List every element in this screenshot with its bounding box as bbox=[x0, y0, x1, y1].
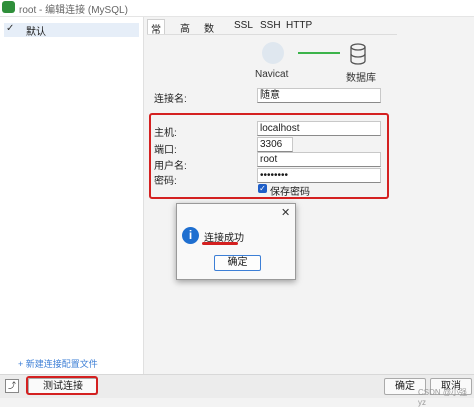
highlight-box-credentials bbox=[149, 113, 389, 199]
navicat-logo-icon bbox=[262, 42, 284, 64]
profile-item-label: 默认 bbox=[26, 27, 46, 38]
close-icon[interactable]: ✕ bbox=[281, 206, 290, 219]
connection-name-label: 连接名: bbox=[154, 94, 187, 105]
highlight-box-test bbox=[26, 376, 98, 395]
tab-ssl[interactable]: SSL bbox=[231, 19, 256, 32]
new-profile-link[interactable]: + 新建连接配置文件 bbox=[18, 357, 98, 370]
database-icon bbox=[350, 43, 366, 65]
tab-http[interactable]: HTTP bbox=[283, 19, 315, 32]
right-area bbox=[397, 34, 474, 374]
highlight-underline bbox=[202, 242, 238, 245]
profile-sidebar: ✓ 默认 + 新建连接配置文件 bbox=[0, 17, 144, 374]
navicat-label: Navicat bbox=[255, 69, 289, 80]
database-label: 数据库 bbox=[346, 73, 376, 84]
connection-line bbox=[298, 52, 340, 54]
dialog-ok-button[interactable]: 确定 bbox=[214, 255, 261, 271]
info-icon: i bbox=[182, 227, 199, 244]
watermark: CSDN @小强yz bbox=[418, 388, 468, 407]
connection-name-input[interactable]: 随意 bbox=[257, 88, 381, 103]
checkmark-icon: ✓ bbox=[6, 23, 15, 34]
tab-ssh[interactable]: SSH bbox=[257, 19, 284, 32]
navicat-app-icon bbox=[2, 1, 15, 13]
edit-icon[interactable]: ⤴ bbox=[5, 379, 19, 393]
window-title: root - 编辑连接 (MySQL) bbox=[19, 5, 128, 16]
profile-item-default[interactable] bbox=[4, 23, 139, 37]
connection-success-dialog: ✕ i 连接成功 确定 bbox=[176, 203, 296, 280]
